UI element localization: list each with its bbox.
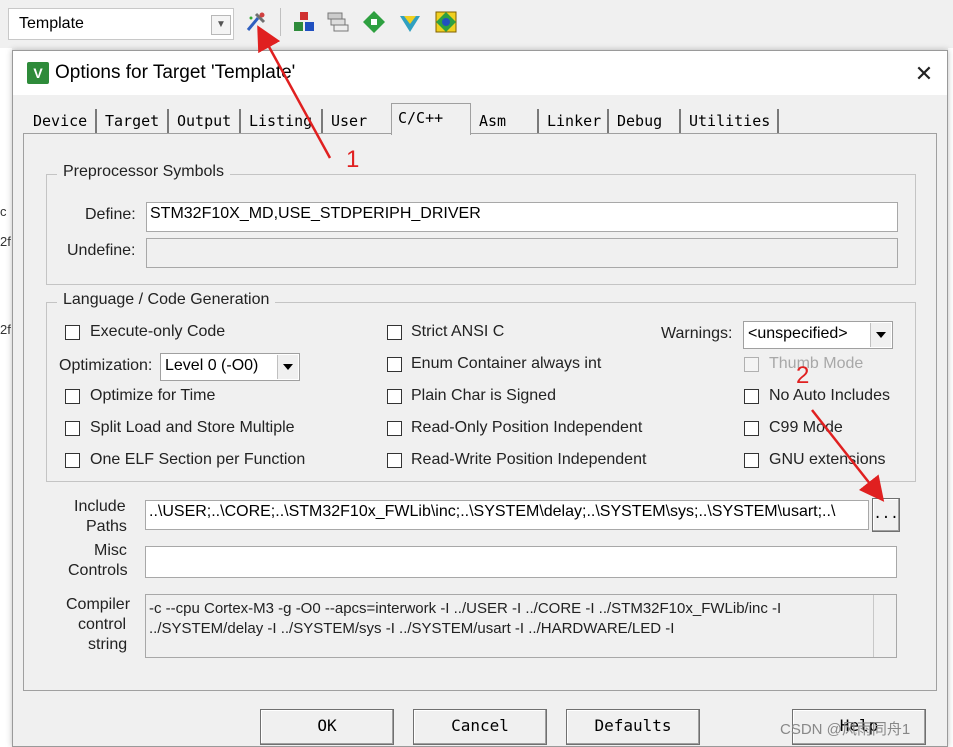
compiler-control-label-2: control xyxy=(78,616,127,633)
language-legend: Language / Code Generation xyxy=(57,291,276,309)
misc-controls-label-2: Controls xyxy=(68,562,128,579)
thumb-mode-label: Thumb Mode xyxy=(769,355,864,372)
tab-device[interactable]: Device xyxy=(27,109,97,133)
software-packs-icon[interactable] xyxy=(434,10,458,34)
tab-c-cpp[interactable]: C/C++ xyxy=(391,103,471,135)
manage-components-icon[interactable] xyxy=(292,10,316,34)
strict-ansi-label: Strict ANSI C xyxy=(411,323,505,340)
ok-button[interactable]: OK xyxy=(260,709,394,745)
optimization-value: Level 0 (-O0) xyxy=(165,357,259,374)
rw-position-independent-label: Read-Write Position Independent xyxy=(411,451,647,468)
background-text: 2f xyxy=(0,322,11,337)
enum-container-checkbox[interactable] xyxy=(387,357,402,372)
misc-controls-input[interactable] xyxy=(145,546,897,578)
define-label: Define: xyxy=(85,206,136,223)
preprocessor-symbols-group: Preprocessor Symbols Define: STM32F10X_M… xyxy=(46,163,916,285)
background-text: 2f xyxy=(0,234,11,249)
compiler-scrollbar[interactable] xyxy=(873,595,896,657)
tab-debug[interactable]: Debug xyxy=(611,109,681,133)
chevron-down-icon[interactable] xyxy=(277,355,298,379)
defaults-button[interactable]: Defaults xyxy=(566,709,700,745)
warnings-value: <unspecified> xyxy=(748,325,848,342)
include-paths-browse-button[interactable]: ... xyxy=(872,498,900,532)
tab-listing[interactable]: Listing xyxy=(243,109,323,133)
tab-asm[interactable]: Asm xyxy=(473,109,539,133)
language-code-generation-group: Language / Code Generation Execute-only … xyxy=(46,291,916,482)
warnings-select[interactable]: <unspecified> xyxy=(743,321,893,349)
annotation-label-1: 1 xyxy=(346,146,360,173)
plain-char-label: Plain Char is Signed xyxy=(411,387,556,404)
tab-panel-c-cpp: Preprocessor Symbols Define: STM32F10X_M… xyxy=(23,133,937,691)
undefine-input[interactable] xyxy=(146,238,898,268)
compiler-control-label: Compiler xyxy=(66,596,131,613)
toolbar-separator xyxy=(280,8,281,36)
dialog-title: Options for Target 'Template' xyxy=(55,62,296,83)
one-elf-label: One ELF Section per Function xyxy=(90,451,306,468)
tab-output[interactable]: Output xyxy=(171,109,241,133)
rw-position-independent-checkbox[interactable] xyxy=(387,453,402,468)
target-select-value: Template xyxy=(19,15,84,32)
include-paths-label-2: Paths xyxy=(86,518,127,535)
compiler-control-label-3: string xyxy=(88,636,128,653)
plain-char-checkbox[interactable] xyxy=(387,389,402,404)
execute-only-label: Execute-only Code xyxy=(90,323,226,340)
tab-target[interactable]: Target xyxy=(99,109,169,133)
run-time-env-icon[interactable] xyxy=(398,10,422,34)
tab-utilities[interactable]: Utilities xyxy=(683,109,779,133)
c99-mode-label: C99 Mode xyxy=(769,419,843,436)
select-packs-icon[interactable] xyxy=(326,10,350,34)
optimization-label: Optimization: xyxy=(59,357,153,374)
tab-linker[interactable]: Linker xyxy=(541,109,609,133)
gnu-extensions-label: GNU extensions xyxy=(769,451,886,468)
compiler-control-line-1: -c --cpu Cortex-M3 -g -O0 --apcs=interwo… xyxy=(149,600,782,617)
target-options-icon[interactable] xyxy=(244,10,268,34)
no-auto-includes-label: No Auto Includes xyxy=(769,387,890,404)
tab-user[interactable]: User xyxy=(325,109,387,133)
background-editor-left: c 2f 2f xyxy=(0,48,12,747)
ro-position-independent-checkbox[interactable] xyxy=(387,421,402,436)
compiler-control-string: -c --cpu Cortex-M3 -g -O0 --apcs=interwo… xyxy=(145,594,897,658)
preprocessor-legend: Preprocessor Symbols xyxy=(57,163,230,181)
optimization-select[interactable]: Level 0 (-O0) xyxy=(160,353,300,381)
ro-position-independent-label: Read-Only Position Independent xyxy=(411,419,643,436)
include-paths-label: Include xyxy=(74,498,126,515)
chevron-down-icon[interactable]: ▼ xyxy=(211,15,231,35)
cancel-button[interactable]: Cancel xyxy=(413,709,547,745)
enum-container-label: Enum Container always int xyxy=(411,355,602,372)
split-load-checkbox[interactable] xyxy=(65,421,80,436)
main-toolbar: Template ▼ xyxy=(0,0,953,48)
thumb-mode-checkbox xyxy=(744,357,759,372)
close-icon[interactable]: ✕ xyxy=(909,59,939,89)
background-text: c xyxy=(0,204,7,219)
undefine-label: Undefine: xyxy=(67,242,136,259)
optimize-time-checkbox[interactable] xyxy=(65,389,80,404)
split-load-label: Split Load and Store Multiple xyxy=(90,419,295,436)
define-input[interactable]: STM32F10X_MD,USE_STDPERIPH_DRIVER xyxy=(146,202,898,232)
c99-mode-checkbox[interactable] xyxy=(744,421,759,436)
warnings-label: Warnings: xyxy=(661,325,733,342)
annotation-label-2: 2 xyxy=(796,362,810,389)
no-auto-includes-checkbox[interactable] xyxy=(744,389,759,404)
pack-installer-icon[interactable] xyxy=(362,10,386,34)
strict-ansi-checkbox[interactable] xyxy=(387,325,402,340)
options-dialog: V Options for Target 'Template' ✕ Device… xyxy=(12,50,948,747)
execute-only-checkbox[interactable] xyxy=(65,325,80,340)
background-editor-right xyxy=(948,48,953,747)
dialog-titlebar[interactable]: V Options for Target 'Template' ✕ xyxy=(13,51,947,95)
chevron-down-icon[interactable] xyxy=(870,323,891,347)
compiler-control-line-2: ../SYSTEM/delay -I ../SYSTEM/sys -I ../S… xyxy=(149,620,675,637)
misc-controls-label: Misc xyxy=(94,542,127,559)
one-elf-checkbox[interactable] xyxy=(65,453,80,468)
target-select[interactable]: Template ▼ xyxy=(8,8,234,40)
watermark: CSDN @风雨同舟1 xyxy=(780,721,911,738)
optimize-time-label: Optimize for Time xyxy=(90,387,216,404)
include-paths-input[interactable]: ..\USER;..\CORE;..\STM32F10x_FWLib\inc;.… xyxy=(145,500,869,530)
gnu-extensions-checkbox[interactable] xyxy=(744,453,759,468)
uvision-app-icon: V xyxy=(27,62,49,84)
